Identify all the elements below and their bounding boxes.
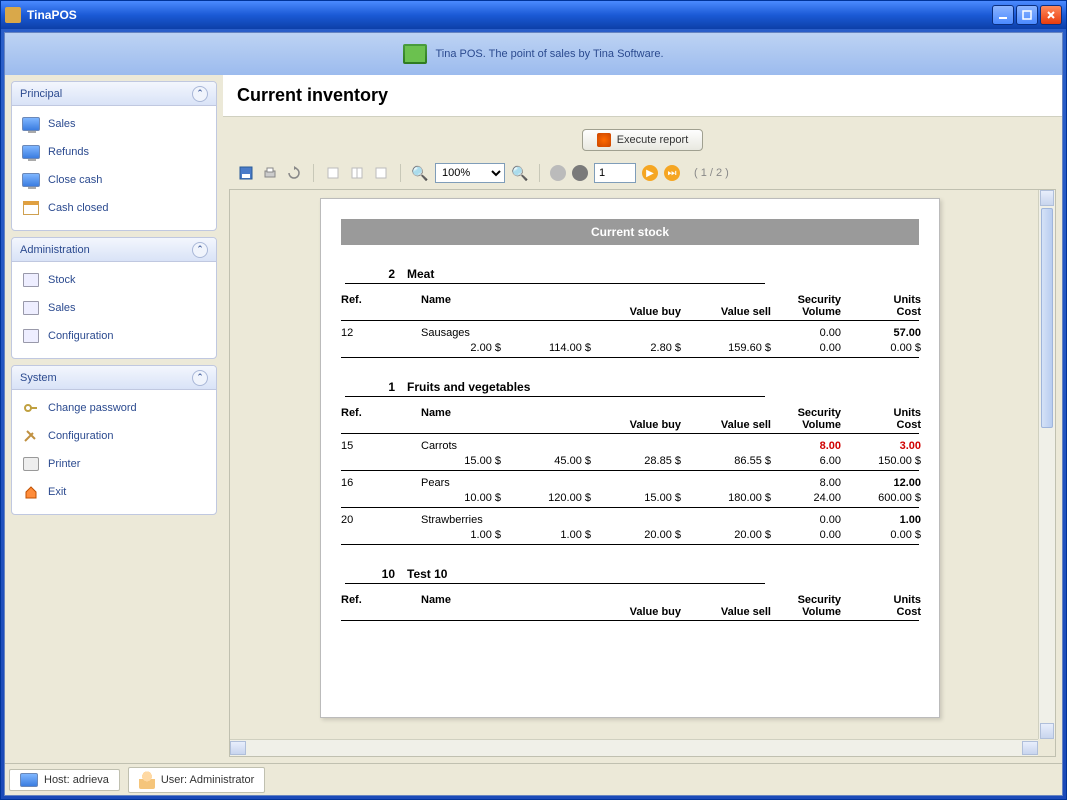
banner-logo-icon (403, 44, 427, 64)
sidebar-close-cash[interactable]: Close cash (18, 166, 210, 194)
banner-tagline: Tina POS. The point of sales by Tina Sof… (435, 48, 663, 60)
vertical-scrollbar[interactable] (1038, 190, 1055, 739)
sidebar-exit[interactable]: Exit (18, 478, 210, 506)
printer-icon (22, 456, 40, 472)
monitor-icon (22, 144, 40, 160)
report-toolbar: 🔍 100% 🔍 ▶ ⏭ ( 1 / 2 ) (229, 159, 1056, 187)
page-title: Current inventory (223, 75, 1062, 117)
refresh-icon[interactable] (285, 164, 303, 182)
panel-title: Principal (20, 88, 192, 100)
table-row: 10.00 $120.00 $15.00 $180.00 $24.00600.0… (341, 492, 919, 508)
table-row: 15Carrots8.003.00 (341, 440, 919, 452)
table-row: 15.00 $45.00 $28.85 $86.55 $6.00150.00 $ (341, 455, 919, 471)
nav-next-icon[interactable]: ▶ (642, 165, 658, 181)
status-host: Host: adrieva (9, 769, 120, 791)
host-icon (20, 773, 38, 787)
table-row: 20Strawberries0.001.00 (341, 514, 919, 526)
maximize-button[interactable] (1016, 5, 1038, 25)
close-button[interactable] (1040, 5, 1062, 25)
page-width-icon[interactable] (372, 164, 390, 182)
page-fit-icon[interactable] (348, 164, 366, 182)
sidebar-stock[interactable]: Stock (18, 266, 210, 294)
save-icon[interactable] (237, 164, 255, 182)
minimize-button[interactable] (992, 5, 1014, 25)
user-icon (139, 771, 155, 789)
print-icon[interactable] (261, 164, 279, 182)
first-page-icon[interactable] (324, 164, 342, 182)
page-number-input[interactable] (594, 163, 636, 183)
nav-prev-icon[interactable] (572, 165, 588, 181)
collapse-icon[interactable]: ⌃ (192, 86, 208, 102)
sidebar-sales[interactable]: Sales (18, 110, 210, 138)
panel-title: System (20, 372, 192, 384)
sidebar: Principal⌃SalesRefundsClose cashCash clo… (5, 75, 223, 763)
calendar-icon (22, 200, 40, 216)
collapse-icon[interactable]: ⌃ (192, 370, 208, 386)
zoom-in-icon[interactable]: 🔍 (511, 164, 529, 182)
zoom-out-icon[interactable]: 🔍 (411, 164, 429, 182)
sidebar-change-password[interactable]: Change password (18, 394, 210, 422)
sidebar-refunds[interactable]: Refunds (18, 138, 210, 166)
tools-icon (22, 428, 40, 444)
status-user: User: Administrator (128, 767, 266, 793)
window-title: TinaPOS (27, 8, 992, 22)
book-icon (22, 272, 40, 288)
table-row: 1.00 $1.00 $20.00 $20.00 $0.000.00 $ (341, 529, 919, 545)
sidebar-cash-closed[interactable]: Cash closed (18, 194, 210, 222)
report-page: Current stock 2MeatRef.NameSecurityUnits… (320, 198, 940, 718)
nav-first-icon[interactable] (550, 165, 566, 181)
sidebar-admin-config[interactable]: Configuration (18, 322, 210, 350)
zoom-select[interactable]: 100% (435, 163, 505, 183)
monitor-icon (22, 116, 40, 132)
sidebar-sys-config[interactable]: Configuration (18, 422, 210, 450)
app-icon (5, 7, 21, 23)
table-row: 16Pears8.0012.00 (341, 477, 919, 489)
nav-last-icon[interactable]: ⏭ (664, 165, 680, 181)
execute-report-button[interactable]: Execute report (582, 129, 704, 151)
panel-title: Administration (20, 244, 192, 256)
key-icon (22, 400, 40, 416)
flag-icon (597, 133, 611, 147)
sidebar-printer[interactable]: Printer (18, 450, 210, 478)
monitor-icon (22, 172, 40, 188)
collapse-icon[interactable]: ⌃ (192, 242, 208, 258)
sidebar-admin-sales[interactable]: Sales (18, 294, 210, 322)
home-icon (22, 484, 40, 500)
book-icon (22, 300, 40, 316)
report-header: Current stock (341, 219, 919, 245)
horizontal-scrollbar[interactable] (230, 739, 1038, 756)
table-row: 12Sausages0.0057.00 (341, 327, 919, 339)
table-row: 2.00 $114.00 $2.80 $159.60 $0.000.00 $ (341, 342, 919, 358)
page-count-label: ( 1 / 2 ) (694, 167, 729, 179)
book-icon (22, 328, 40, 344)
